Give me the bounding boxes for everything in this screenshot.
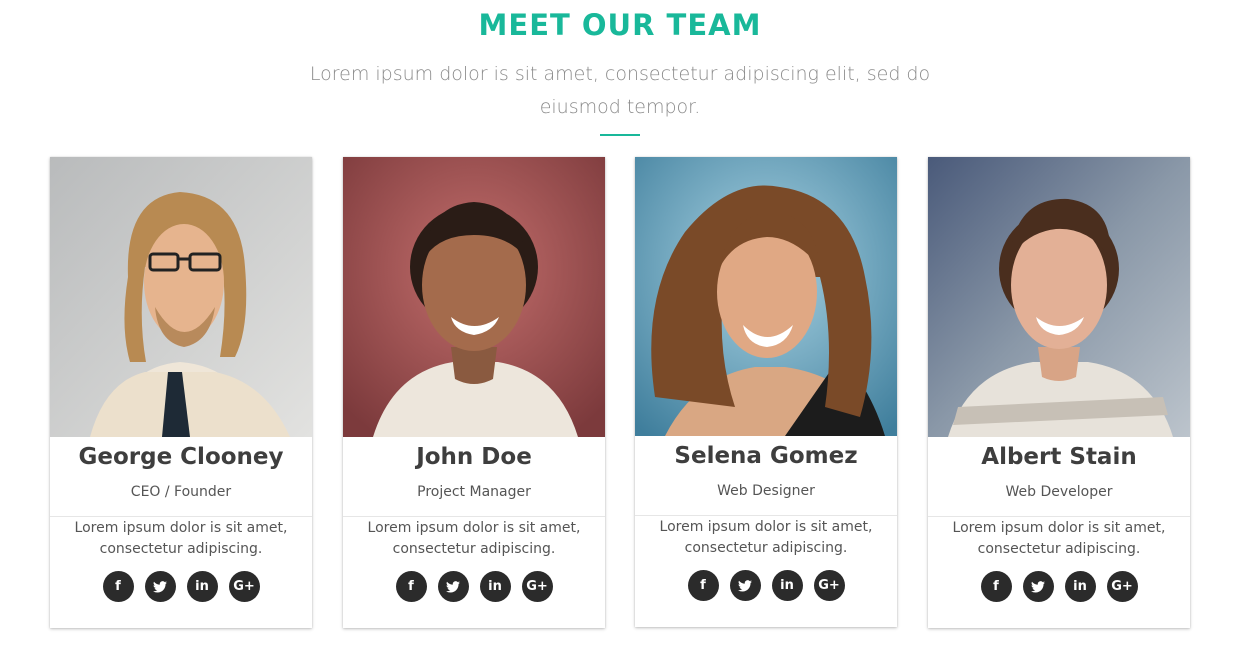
member-role: Web Developer [1005,484,1113,500]
member-photo [343,157,605,437]
twitter-icon[interactable] [437,571,469,602]
member-bio: Lorem ipsum dolor is sit amet, consectet… [367,520,581,557]
team-card-selena-gomez: Selena Gomez Web Designer Lorem ipsum do… [635,157,897,627]
twitter-icon[interactable] [1022,571,1054,602]
facebook-icon[interactable]: f [980,571,1012,602]
member-bio: Lorem ipsum dolor is sit amet, consectet… [952,520,1166,557]
member-name: George Clooney [78,444,284,470]
twitter-icon[interactable] [729,570,761,601]
member-role: Web Designer [717,483,815,499]
card-divider [343,516,605,517]
linkedin-icon[interactable]: in [479,571,511,602]
google-plus-icon[interactable]: G+ [1106,571,1138,602]
member-name: John Doe [416,444,532,470]
facebook-icon[interactable]: f [395,571,427,602]
member-name: Albert Stain [981,444,1137,470]
member-bio: Lorem ipsum dolor is sit amet, consectet… [74,520,288,557]
team-section: MEET OUR TEAM Lorem ipsum dolor is sit a… [0,0,1240,646]
member-photo [635,157,897,436]
linkedin-icon[interactable]: in [771,570,803,601]
google-plus-icon[interactable]: G+ [228,571,260,602]
facebook-icon[interactable]: f [102,571,134,602]
social-links: f in G+ [50,571,312,602]
team-card-george-clooney: George Clooney CEO / Founder Lorem ipsum… [50,157,312,628]
title-divider [600,134,640,136]
twitter-icon[interactable] [144,571,176,602]
social-links: f in G+ [928,571,1190,602]
social-links: f in G+ [635,570,897,601]
google-plus-icon[interactable]: G+ [813,570,845,601]
section-title: MEET OUR TEAM [478,8,762,42]
card-divider [635,515,897,516]
facebook-icon[interactable]: f [687,570,719,601]
social-links: f in G+ [343,571,605,602]
linkedin-icon[interactable]: in [186,571,218,602]
team-card-albert-stain: Albert Stain Web Developer Lorem ipsum d… [928,157,1190,628]
card-divider [50,516,312,517]
member-role: Project Manager [417,484,531,500]
team-card-john-doe: John Doe Project Manager Lorem ipsum dol… [343,157,605,628]
member-photo [928,157,1190,437]
member-name: Selena Gomez [674,443,858,469]
member-bio: Lorem ipsum dolor is sit amet, consectet… [659,519,873,556]
member-photo [50,157,312,437]
card-divider [928,516,1190,517]
member-role: CEO / Founder [130,484,232,500]
section-subtitle: Lorem ipsum dolor is sit amet, consectet… [309,63,931,118]
google-plus-icon[interactable]: G+ [521,571,553,602]
linkedin-icon[interactable]: in [1064,571,1096,602]
